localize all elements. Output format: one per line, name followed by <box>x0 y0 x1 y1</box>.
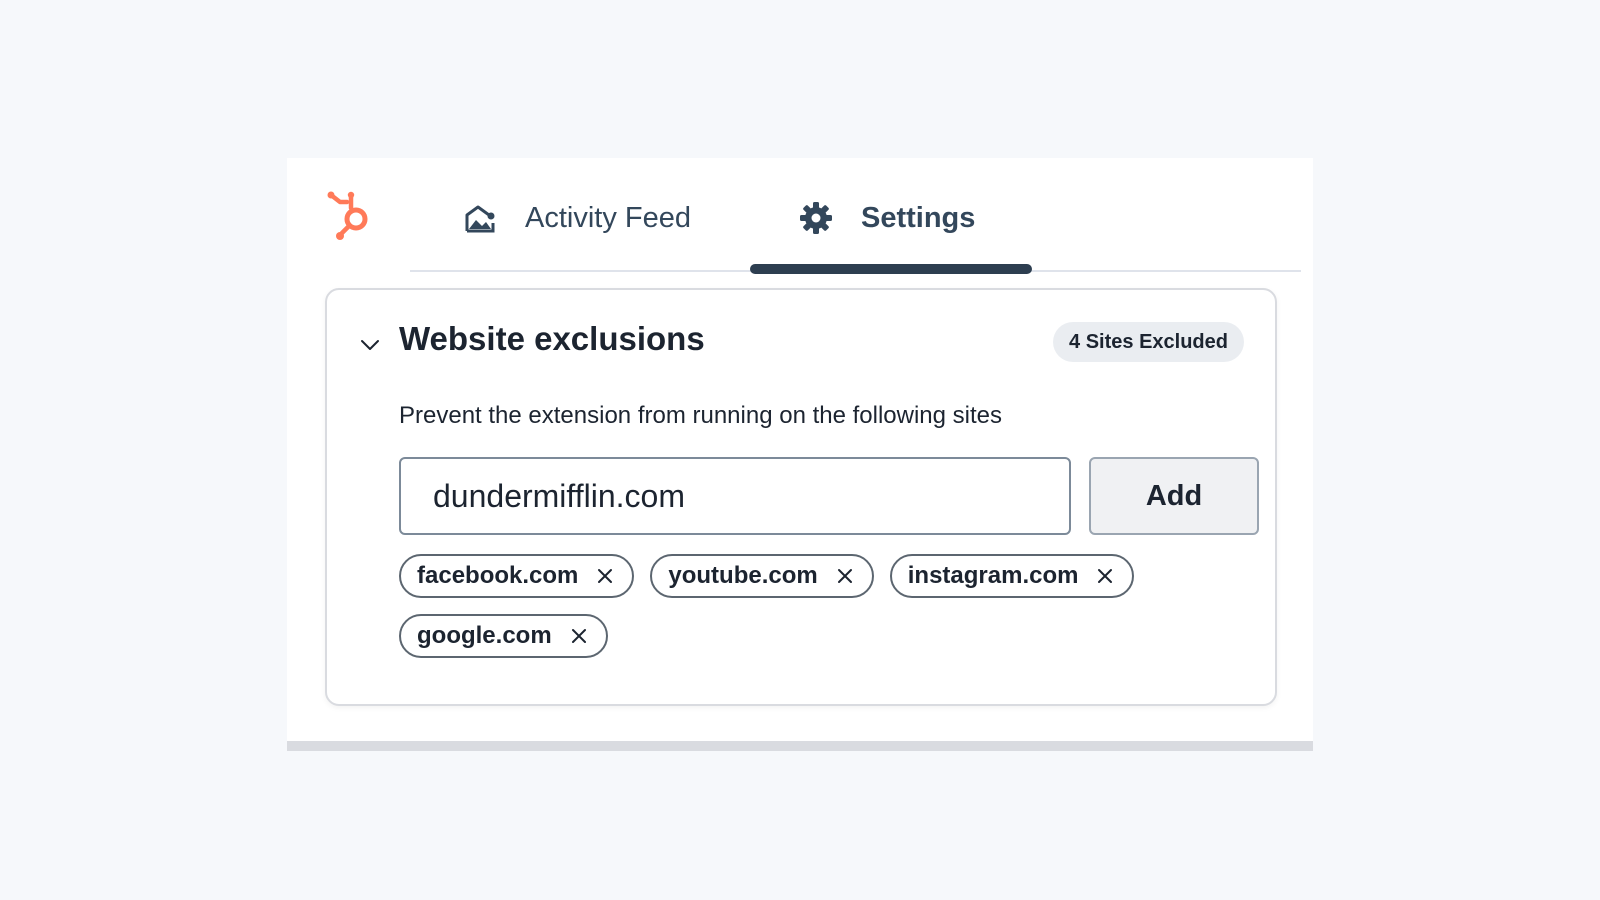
close-icon[interactable] <box>1096 567 1114 585</box>
excluded-site-label: facebook.com <box>417 562 579 589</box>
section-title: Website exclusions <box>399 320 705 357</box>
site-url-input[interactable] <box>399 457 1071 535</box>
hubspot-logo-icon <box>327 191 368 240</box>
excluded-site-label: google.com <box>417 622 552 649</box>
close-icon[interactable] <box>836 567 854 585</box>
activity-feed-icon <box>465 205 495 233</box>
excluded-count-badge: 4 Sites Excluded <box>1053 322 1244 362</box>
active-tab-indicator <box>750 264 1032 274</box>
excluded-site-chip: facebook.com <box>399 554 635 598</box>
excluded-site-label: youtube.com <box>668 562 818 589</box>
tab-activity-feed-label: Activity Feed <box>525 201 691 234</box>
panel-bottom-border <box>287 741 1313 751</box>
tab-settings-label: Settings <box>861 201 976 234</box>
extension-panel: Activity Feed Settings Website exclusion… <box>287 158 1313 750</box>
gear-icon <box>800 202 832 234</box>
close-icon[interactable] <box>570 627 588 645</box>
excluded-site-chip: google.com <box>399 614 608 658</box>
add-site-button[interactable]: Add <box>1089 457 1259 535</box>
section-description: Prevent the extension from running on th… <box>399 402 1003 429</box>
excluded-site-chip: instagram.com <box>889 554 1135 598</box>
chevron-down-icon[interactable] <box>359 334 381 356</box>
tab-activity-feed[interactable]: Activity Feed <box>463 198 691 238</box>
excluded-sites-list: facebook.com youtube.com instagram.com g… <box>399 554 1219 658</box>
close-icon[interactable] <box>596 567 614 585</box>
tab-settings[interactable]: Settings <box>799 198 975 238</box>
excluded-site-label: instagram.com <box>907 562 1079 589</box>
excluded-site-chip: youtube.com <box>650 554 874 598</box>
website-exclusions-card: Website exclusions 4 Sites Excluded Prev… <box>325 288 1277 706</box>
